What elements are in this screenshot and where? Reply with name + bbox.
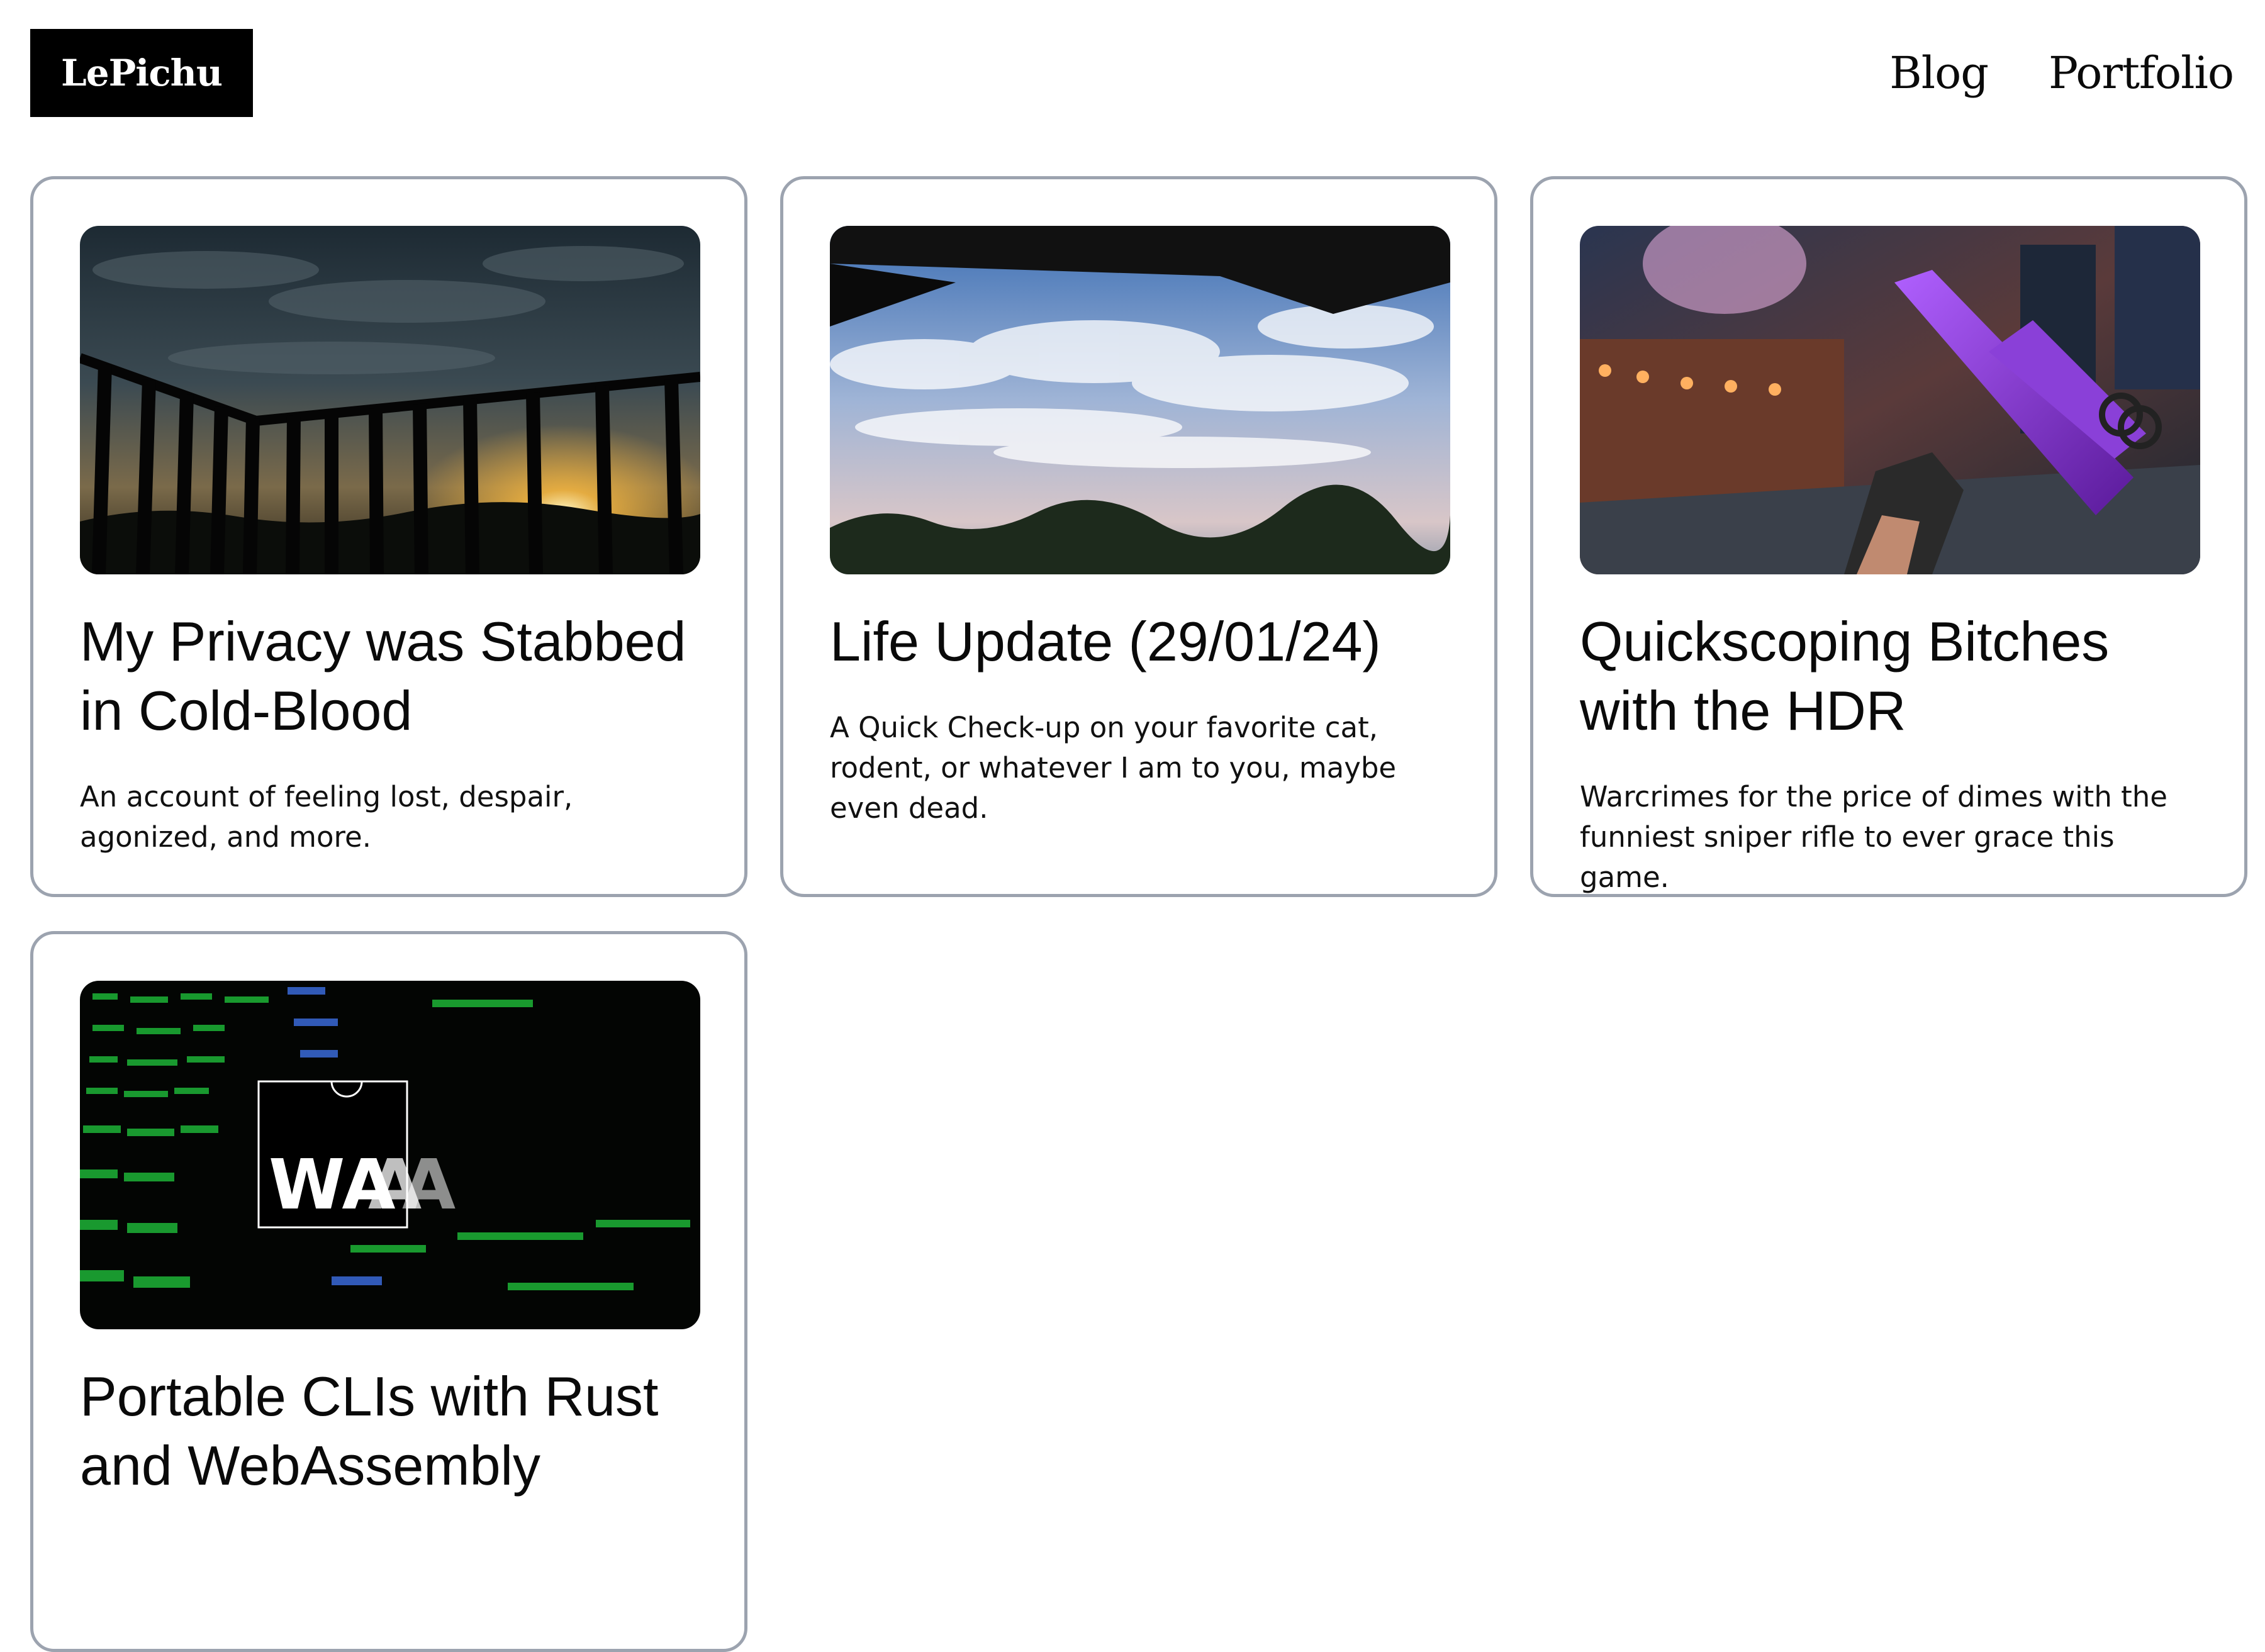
svg-text:A: A <box>402 1144 456 1225</box>
game-sniper-image <box>1580 226 2200 574</box>
post-description: A Quick Check-up on your favorite cat, r… <box>830 711 1397 825</box>
sunset-balcony-image <box>80 226 700 574</box>
sky-clouds-image <box>830 226 1450 574</box>
nav-link-blog[interactable]: Blog <box>1889 47 1989 99</box>
post-card[interactable]: My Privacy was Stabbed in Cold-Blood An … <box>30 176 747 897</box>
post-card[interactable]: Quickscoping Bitches with the HDR Warcri… <box>1530 176 2247 897</box>
post-description: Warcrimes for the price of dimes with th… <box>1580 780 2167 894</box>
site-logo[interactable]: LePichu <box>30 29 253 117</box>
site-header: LePichu Blog Portfolio <box>30 29 2234 117</box>
post-title[interactable]: Quickscoping Bitches with the HDR <box>1580 607 2209 745</box>
nav-link-portfolio[interactable]: Portfolio <box>2049 47 2234 99</box>
wasm-terminal-image: WA A A <box>80 981 700 1329</box>
main-nav: Blog Portfolio <box>1889 29 2234 117</box>
post-card[interactable]: Life Update (29/01/24) A Quick Check-up … <box>780 176 1497 897</box>
post-title[interactable]: Portable CLIs with Rust and WebAssembly <box>80 1362 709 1500</box>
post-title[interactable]: My Privacy was Stabbed in Cold-Blood <box>80 607 709 745</box>
post-description: An account of feeling lost, despair, ago… <box>80 780 573 854</box>
post-title[interactable]: Life Update (29/01/24) <box>830 607 1459 676</box>
post-card[interactable]: WA A A Portable CLIs with Rust and WebAs… <box>30 931 747 1652</box>
